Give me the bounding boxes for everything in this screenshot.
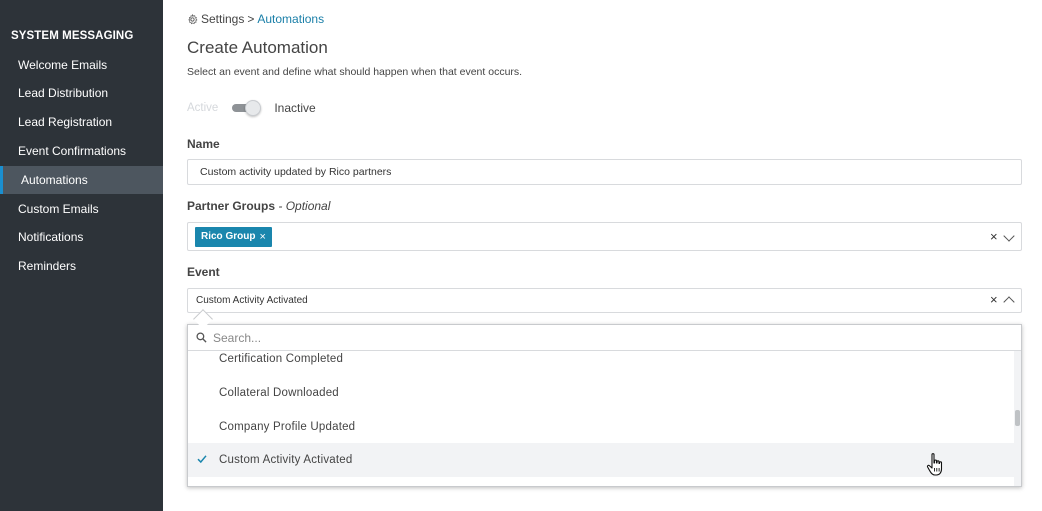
sidebar-item-lead-distribution[interactable]: Lead Distribution — [0, 79, 163, 107]
gear-icon — [188, 13, 198, 24]
option-collateral-downloaded[interactable]: Collateral Downloaded — [188, 376, 1014, 410]
hand-cursor-icon — [926, 453, 943, 476]
name-label: Name — [187, 137, 220, 151]
event-clear-icon[interactable]: × — [990, 293, 998, 307]
partner-group-chip: Rico Group × — [195, 227, 272, 247]
name-input[interactable]: Custom activity updated by Rico partners — [187, 159, 1022, 185]
checkmark-icon — [197, 455, 207, 464]
scrollbar-thumb[interactable] — [1015, 410, 1020, 426]
event-select[interactable]: Custom Activity Activated × — [187, 288, 1022, 313]
breadcrumb-separator: > — [247, 12, 255, 26]
event-dropdown: Certification Completed Collateral Downl… — [187, 324, 1022, 487]
sidebar-item-lead-registration[interactable]: Lead Registration — [0, 108, 163, 136]
breadcrumb-settings-link[interactable]: Settings — [201, 12, 244, 26]
partner-groups-select[interactable]: Rico Group × × — [187, 222, 1022, 251]
chevron-up-icon[interactable] — [1003, 296, 1015, 308]
chip-remove-icon[interactable]: × — [259, 227, 265, 247]
event-label: Event — [187, 265, 220, 279]
option-label: Custom Activity Activated — [219, 454, 353, 466]
page-title: Create Automation — [187, 38, 328, 57]
partner-groups-label: Partner Groups - Optional — [187, 199, 330, 213]
dropdown-search — [188, 325, 1021, 351]
sidebar-item-notifications[interactable]: Notifications — [0, 223, 163, 251]
status-toggle[interactable] — [232, 100, 262, 116]
sidebar-item-custom-emails[interactable]: Custom Emails — [0, 195, 163, 223]
optional-label: - Optional — [278, 199, 331, 213]
event-select-value: Custom Activity Activated — [196, 295, 308, 306]
toggle-active-label: Active — [187, 102, 219, 114]
sidebar-item-reminders[interactable]: Reminders — [0, 252, 163, 280]
status-toggle-row: Active Inactive — [187, 99, 316, 117]
toggle-knob — [245, 100, 262, 116]
sidebar-item-event-confirmations[interactable]: Event Confirmations — [0, 137, 163, 165]
page-description: Select an event and define what should h… — [187, 66, 523, 78]
chevron-down-icon[interactable] — [1003, 230, 1015, 242]
breadcrumb-automations-link[interactable]: Automations — [257, 12, 324, 26]
search-icon — [196, 332, 207, 343]
partner-groups-clear-icon[interactable]: × — [990, 229, 998, 244]
option-custom-activity-activated[interactable]: Custom Activity Activated — [188, 443, 1014, 477]
dropdown-scrollbar[interactable] — [1014, 351, 1021, 486]
toggle-inactive-label: Inactive — [274, 101, 316, 115]
option-company-profile-updated[interactable]: Company Profile Updated — [188, 410, 1014, 444]
sidebar-heading: SYSTEM MESSAGING — [11, 30, 134, 42]
chip-label: Rico Group — [201, 231, 256, 242]
breadcrumb: Settings > Automations — [187, 12, 324, 26]
partner-groups-label-text: Partner Groups — [187, 199, 276, 213]
sidebar-item-welcome-emails[interactable]: Welcome Emails — [0, 51, 163, 79]
search-input[interactable] — [213, 325, 1003, 350]
sidebar-item-automations[interactable]: Automations — [0, 166, 163, 194]
sidebar: SYSTEM MESSAGING Welcome Emails Lead Dis… — [0, 0, 163, 511]
